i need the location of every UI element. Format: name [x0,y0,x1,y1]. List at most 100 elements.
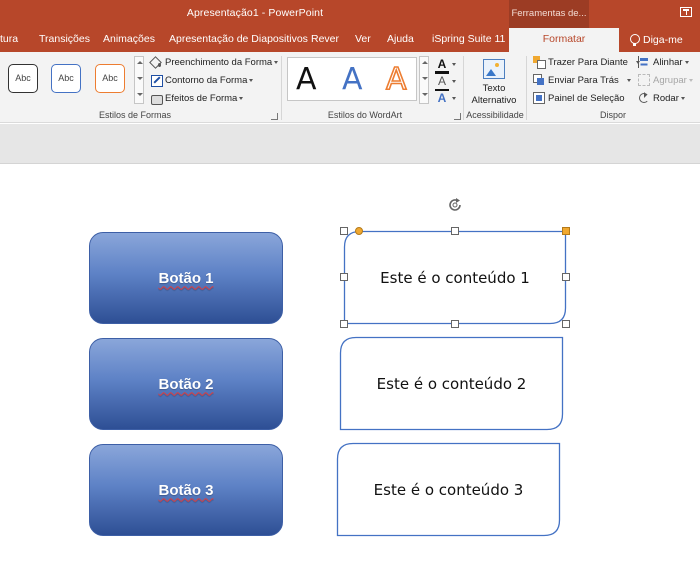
tab-transitions-partial[interactable]: tura [0,28,18,52]
shape-style-orange-outline[interactable]: Abc [95,64,125,93]
rotate-label: Rodar [653,92,679,104]
slide-button-3-label: Botão 3 [158,481,214,499]
shape-fill-button[interactable]: Preenchimento da Forma [150,56,279,68]
text-fill-button[interactable]: A [435,57,449,74]
content-shape-1[interactable]: Este é o conteúdo 1 [343,230,567,325]
tell-me-label: Diga-me [643,33,683,46]
align-label: Alinhar [653,56,683,68]
contextual-tab-group: Ferramentas de... [509,0,589,28]
group-label-wordart: Estilos do WordArt [327,110,403,120]
gallery-up-icon[interactable] [422,61,428,64]
shape-fill-label: Preenchimento da Forma [165,56,273,68]
content-shape-1-label: Este é o conteúdo 1 [380,268,530,287]
align-button[interactable]: Alinhar [638,56,689,68]
text-outline-glyph: A [437,74,446,88]
chevron-down-icon [274,60,279,64]
align-icon [638,56,650,68]
slide-button-2[interactable]: Botão 2 [89,338,283,430]
ruler-strip [0,124,700,164]
rotate-button[interactable]: Rodar [638,92,685,104]
chevron-down-icon [680,96,685,100]
dialog-launcher-icon[interactable] [454,113,461,120]
tab-formatar[interactable]: Formatar [509,28,619,53]
resize-handle-top-left[interactable] [340,227,348,235]
wordart-scrollbar[interactable] [419,56,429,104]
shape-outline-label: Contorno da Forma [165,74,248,86]
shape-effects-label: Efeitos de Forma [165,92,238,104]
chevron-down-icon [626,78,631,82]
shape-outline-button[interactable]: Contorno da Forma [150,74,254,87]
group-label-shape-styles: Estilos de Formas [98,110,172,120]
tab-transicoes[interactable]: Transições [39,28,90,52]
wordart-styles-gallery: A A A [287,57,417,101]
group-label: Agrupar [653,74,687,86]
resize-handle-left[interactable] [340,273,348,281]
group-label-accessibility: Acessibilidade [466,110,524,120]
tab-ispring[interactable]: iSpring Suite 11 [432,28,505,52]
gallery-down-icon[interactable] [422,77,428,80]
wordart-style-black[interactable]: A [296,62,317,98]
alt-text-picture-icon[interactable] [483,59,505,79]
shape-style-blue-outline[interactable]: Abc [51,64,81,93]
bring-forward-icon [533,56,546,69]
selection-pane-button[interactable]: Painel de Seleção [533,92,625,104]
window-title: Apresentação1 - PowerPoint [186,7,324,19]
dialog-launcher-icon[interactable] [271,113,278,120]
slide-button-3[interactable]: Botão 3 [89,444,283,536]
chevron-down-icon[interactable] [452,63,456,66]
shape-style-black-outline[interactable]: Abc [8,64,38,93]
bring-forward-button[interactable]: Trazer Para Diante [533,56,640,69]
send-backward-icon [533,74,545,86]
tab-rever[interactable]: Rever [311,28,339,52]
wordart-style-blue[interactable]: A [342,62,363,98]
resize-handle-bottom[interactable] [451,320,459,328]
resize-handle-bottom-right[interactable] [562,320,570,328]
shape-effects-icon [150,92,163,105]
alt-text-label-line2[interactable]: Alternativo [468,95,520,107]
group-divider [281,56,282,120]
chevron-down-icon [239,96,244,100]
content-shape-3-label: Este é o conteúdo 3 [373,480,524,499]
alt-text-label-line1[interactable]: Texto [468,83,520,95]
tab-ver[interactable]: Ver [355,28,371,52]
tab-apresentacao[interactable]: Apresentação de Diapositivos [169,28,308,52]
gallery-down-icon[interactable] [137,77,143,80]
send-backward-button[interactable]: Enviar Para Trás [533,74,631,86]
slide-button-1-label: Botão 1 [158,269,214,287]
gallery-more-icon[interactable] [422,93,428,96]
group-label-arrange: Dispor [599,110,626,120]
resize-handle-right[interactable] [562,273,570,281]
text-outline-button[interactable]: A [435,74,449,91]
content-shape-3[interactable]: Este é o conteúdo 3 [336,442,561,537]
tab-ajuda[interactable]: Ajuda [387,28,414,52]
gallery-more-icon[interactable] [137,93,143,96]
adjust-handle-top-right[interactable] [562,227,570,235]
chevron-down-icon[interactable] [452,80,456,83]
text-fill-glyph: A [437,57,447,71]
wordart-style-orange-outline[interactable]: A [385,61,407,98]
shape-effects-button[interactable]: Efeitos de Forma [150,92,244,105]
rotate-handle-icon[interactable] [447,197,463,213]
shape-styles-scrollbar[interactable] [134,56,144,104]
selection-pane-label: Painel de Seleção [548,92,625,104]
adjust-handle-corner[interactable] [355,227,363,235]
content-shape-2[interactable]: Este é o conteúdo 2 [339,336,564,431]
group-button[interactable]: Agrupar [638,74,693,86]
resize-handle-top[interactable] [451,227,459,235]
text-effects-button[interactable]: A [435,91,449,105]
chevron-down-icon[interactable] [452,97,456,100]
group-objects-icon [638,74,650,86]
send-backward-label: Enviar Para Trás [548,74,619,86]
rotate-icon [638,92,650,104]
chevron-down-icon [684,60,689,64]
ribbon-tab-bar: tura Transições Animações Apresentação d… [0,28,700,53]
resize-handle-bottom-left[interactable] [340,320,348,328]
ribbon-display-options-icon[interactable] [680,7,692,17]
lightbulb-icon [630,34,640,46]
tell-me-search[interactable]: Diga-me [630,28,683,52]
chevron-down-icon [688,78,693,82]
slide-button-1[interactable]: Botão 1 [89,232,283,324]
tab-animacoes[interactable]: Animações [103,28,155,52]
paint-bucket-icon [150,56,162,68]
gallery-up-icon[interactable] [137,61,143,64]
